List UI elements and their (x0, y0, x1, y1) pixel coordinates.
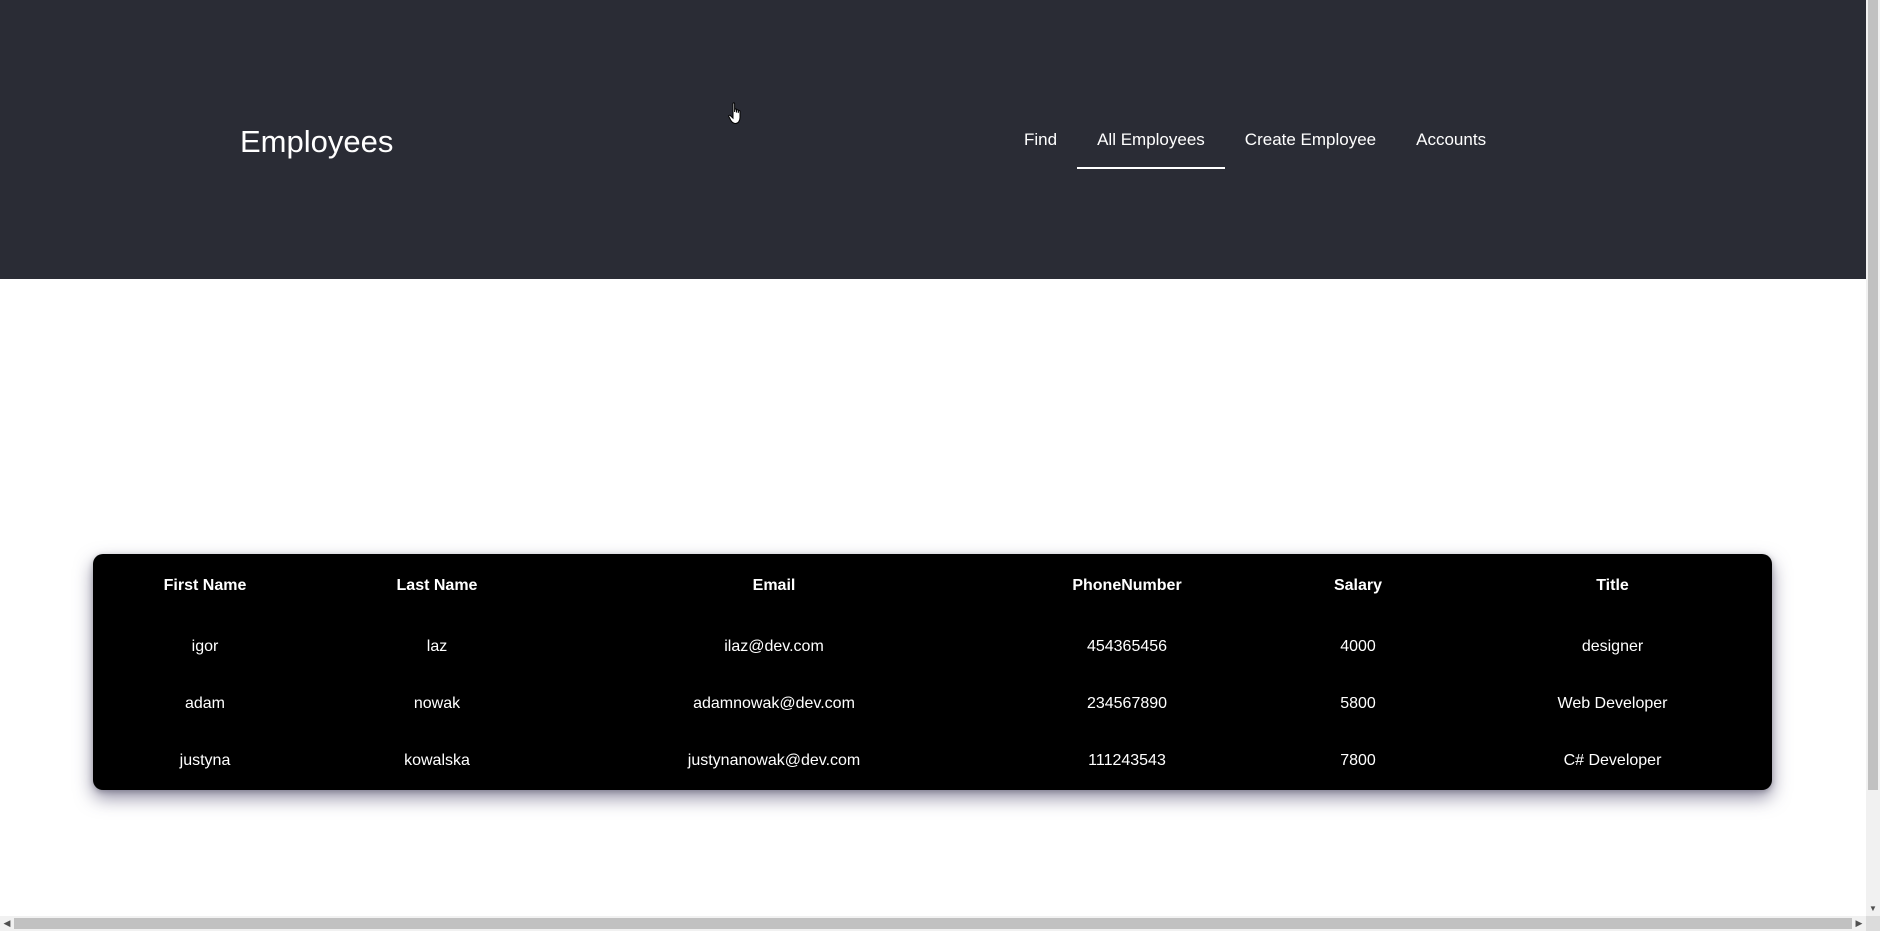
cell-last-name: kowalska (404, 751, 470, 769)
cell-phone-number: 454365456 (1086, 637, 1168, 655)
cell-email: justynanowak@dev.com (687, 751, 861, 769)
cell-title: designer (1581, 637, 1644, 655)
table-row: justyna kowalska justynanowak@dev.com 11… (93, 732, 1772, 789)
chevron-right-icon[interactable]: ▶ (1852, 916, 1866, 931)
nav-link-all-employees[interactable]: All Employees (1077, 118, 1225, 170)
main-nav: Find All Employees Create Employee Accou… (1004, 118, 1506, 170)
cell-phone-number: 111243543 (1088, 751, 1166, 769)
cell-title: C# Developer (1563, 751, 1662, 769)
chevron-left-icon[interactable]: ◀ (0, 916, 14, 931)
table-row: adam nowak adamnowak@dev.com 234567890 5… (93, 675, 1772, 732)
horizontal-scrollbar[interactable]: ◀ ▶ (0, 916, 1866, 931)
page-title: Employees (240, 124, 394, 159)
vertical-scrollbar[interactable]: ▼ (1866, 0, 1880, 916)
cell-first-name: igor (191, 637, 219, 655)
cell-first-name: adam (184, 694, 226, 712)
column-header-first-name: First Name (163, 577, 247, 594)
cell-first-name: justyna (179, 751, 231, 769)
column-header-title: Title (1596, 577, 1629, 594)
employees-table: First Name Last Name Email PhoneNumber S… (93, 554, 1772, 789)
horizontal-scrollbar-thumb[interactable] (14, 918, 1852, 929)
column-header-phone-number: PhoneNumber (1072, 577, 1182, 594)
table-header-row: First Name Last Name Email PhoneNumber S… (93, 554, 1772, 618)
scrollbar-corner (1866, 916, 1880, 931)
chevron-down-icon[interactable]: ▼ (1868, 902, 1878, 916)
nav-link-accounts[interactable]: Accounts (1396, 118, 1506, 170)
nav-link-find[interactable]: Find (1004, 118, 1077, 170)
column-header-email: Email (752, 577, 796, 594)
cell-salary: 7800 (1340, 751, 1376, 769)
cell-email: adamnowak@dev.com (693, 694, 855, 712)
vertical-scrollbar-thumb[interactable] (1868, 0, 1878, 790)
cell-last-name: nowak (413, 694, 461, 712)
nav-link-create-employee[interactable]: Create Employee (1225, 118, 1396, 170)
hand-pointer-icon (728, 102, 741, 125)
cell-last-name: laz (426, 637, 448, 655)
cell-title: Web Developer (1557, 694, 1668, 712)
column-header-last-name: Last Name (396, 577, 478, 594)
cell-email: ilaz@dev.com (724, 637, 824, 655)
cell-salary: 4000 (1340, 637, 1376, 655)
employees-table-card: First Name Last Name Email PhoneNumber S… (93, 554, 1772, 790)
page: Employees Find All Employees Create Empl… (0, 0, 1880, 931)
cell-salary: 5800 (1340, 694, 1376, 712)
cell-phone-number: 234567890 (1086, 694, 1168, 712)
site-header: Employees Find All Employees Create Empl… (0, 0, 1866, 279)
column-header-salary: Salary (1333, 577, 1383, 594)
table-row: igor laz ilaz@dev.com 454365456 4000 des… (93, 618, 1772, 675)
